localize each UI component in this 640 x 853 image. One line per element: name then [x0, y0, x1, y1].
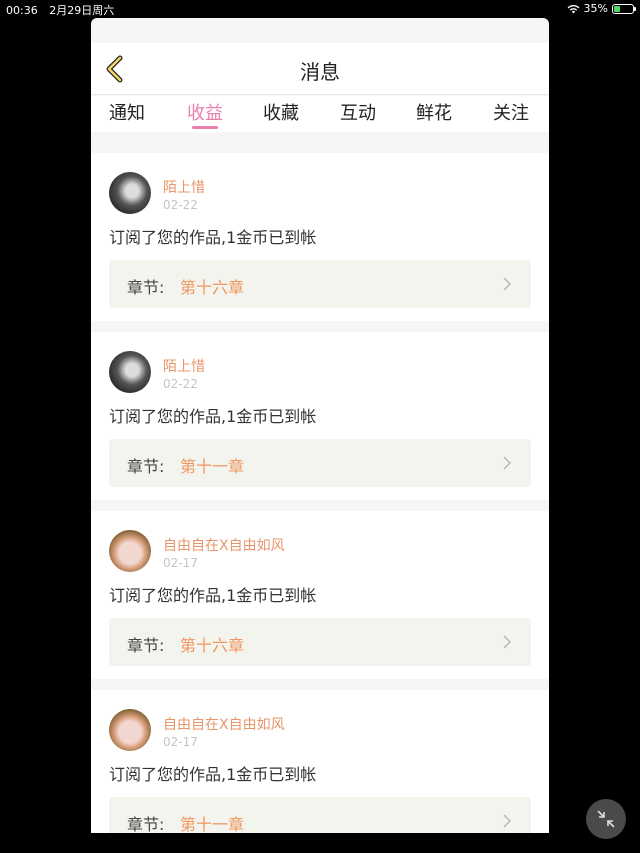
chapter-link[interactable]: 章节: 第十六章: [109, 618, 531, 666]
battery-icon: [612, 3, 636, 14]
chapter-name: 第十六章: [180, 278, 245, 297]
list-item: 自由自在X自由如风 02-17 订阅了您的作品,1金币已到帐 章节: 第十六章: [91, 511, 549, 679]
list-item: 陌上惜 02-22 订阅了您的作品,1金币已到帐 章节: 第十六章: [91, 153, 549, 321]
status-date: 2月29日周六: [49, 4, 115, 17]
status-time: 00:36: [6, 4, 38, 17]
chapter-link[interactable]: 章节: 第十一章: [109, 797, 531, 833]
user-avatar[interactable]: [109, 709, 151, 751]
item-message: 订阅了您的作品,1金币已到帐: [109, 586, 317, 605]
user-name[interactable]: 自由自在X自由如风: [163, 535, 285, 555]
user-avatar[interactable]: [109, 530, 151, 572]
chevron-right-icon: [503, 814, 511, 828]
list-item: 自由自在X自由如风 02-17 订阅了您的作品,1金币已到帐 章节: 第十一章: [91, 690, 549, 833]
chapter-label: 章节:: [127, 457, 165, 476]
item-message: 订阅了您的作品,1金币已到帐: [109, 407, 317, 426]
chapter-name: 第十一章: [180, 815, 245, 833]
chapter-name: 第十一章: [180, 457, 245, 476]
item-date: 02-17: [163, 735, 198, 749]
chevron-right-icon: [503, 456, 511, 470]
status-bar: 00:36 2月29日周六 35%: [0, 0, 640, 18]
user-avatar[interactable]: [109, 351, 151, 393]
nav-bar: 消息: [91, 43, 549, 95]
chevron-right-icon: [503, 635, 511, 649]
user-name[interactable]: 自由自在X自由如风: [163, 714, 285, 734]
chapter-label: 章节:: [127, 278, 165, 297]
tab-following[interactable]: 关注: [493, 99, 529, 125]
chapter-link[interactable]: 章节: 第十六章: [109, 260, 531, 308]
user-name[interactable]: 陌上惜: [163, 177, 205, 197]
chapter-label: 章节:: [127, 636, 165, 655]
item-date: 02-22: [163, 377, 198, 391]
wifi-icon: [567, 4, 579, 13]
tab-notice[interactable]: 通知: [109, 99, 145, 125]
battery-percent: 35%: [583, 2, 608, 15]
chapter-link[interactable]: 章节: 第十一章: [109, 439, 531, 487]
tab-earnings[interactable]: 收益: [187, 99, 223, 125]
chevron-right-icon: [503, 277, 511, 291]
user-avatar[interactable]: [109, 172, 151, 214]
minimize-button[interactable]: [586, 799, 626, 839]
item-message: 订阅了您的作品,1金币已到帐: [109, 228, 317, 247]
messages-sheet: 消息 通知 收益 收藏 互动 鲜花 关注 陌上惜 02-22 订阅了您的作品,1…: [91, 18, 549, 833]
tab-flowers[interactable]: 鲜花: [416, 99, 452, 125]
item-message: 订阅了您的作品,1金币已到帐: [109, 765, 317, 784]
chapter-name: 第十六章: [180, 636, 245, 655]
tab-bar: 通知 收益 收藏 互动 鲜花 关注: [91, 96, 549, 132]
chapter-label: 章节:: [127, 815, 165, 833]
user-name[interactable]: 陌上惜: [163, 356, 205, 376]
item-date: 02-17: [163, 556, 198, 570]
collapse-arrows-icon: [597, 810, 615, 828]
list-item: 陌上惜 02-22 订阅了您的作品,1金币已到帐 章节: 第十一章: [91, 332, 549, 500]
tab-favorites[interactable]: 收藏: [263, 99, 299, 125]
item-date: 02-22: [163, 198, 198, 212]
page-title: 消息: [300, 60, 340, 84]
active-tab-indicator: [192, 126, 218, 129]
tab-interaction[interactable]: 互动: [340, 99, 376, 125]
